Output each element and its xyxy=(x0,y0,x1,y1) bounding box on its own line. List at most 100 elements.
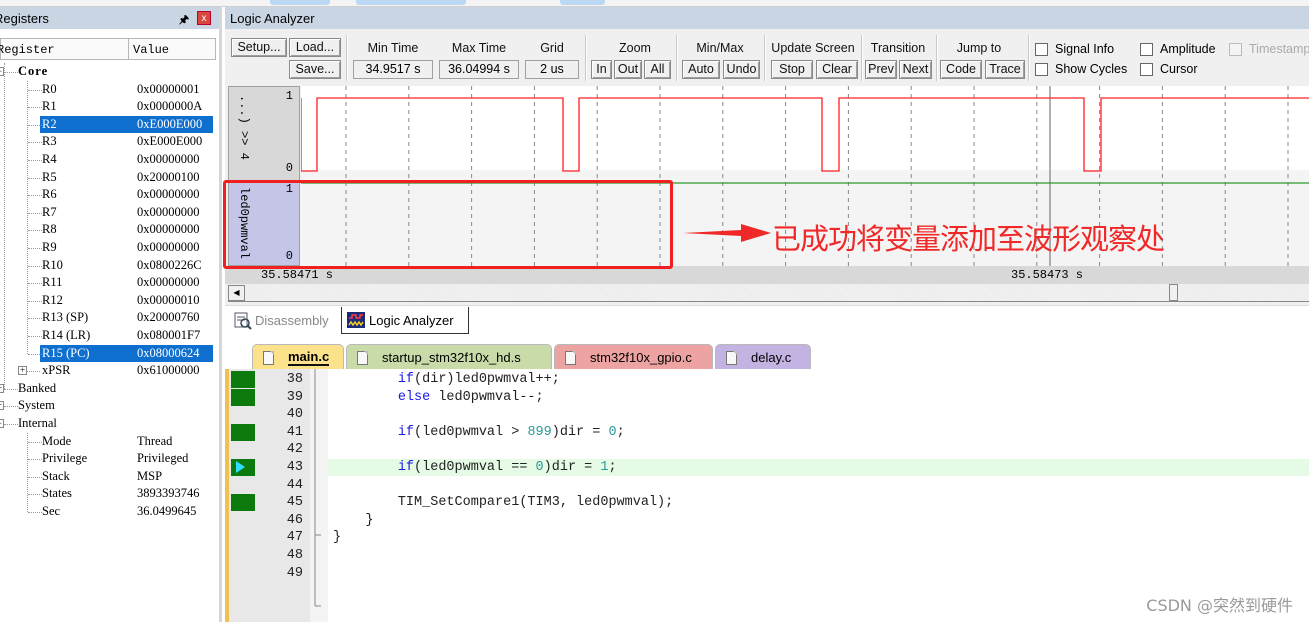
stop-button[interactable]: Stop xyxy=(771,60,813,79)
register-value[interactable]: 0x00000001 xyxy=(137,81,200,98)
register-value[interactable]: Thread xyxy=(137,433,172,450)
tree-group-internal[interactable]: − Internal xyxy=(0,415,216,433)
register-value[interactable]: 0x00000000 xyxy=(137,204,200,221)
register-value[interactable]: 0xE000E000 xyxy=(137,133,202,150)
clear-button[interactable]: Clear xyxy=(816,60,858,79)
code-line[interactable]: 48 xyxy=(229,547,1309,565)
scroll-left-icon[interactable]: ◀ xyxy=(228,285,245,301)
code-line[interactable]: 41 if(led0pwmval > 899)dir = 0; xyxy=(229,423,1309,442)
register-row[interactable]: R13 (SP) 0x20000760 xyxy=(0,309,216,327)
toolbar-button[interactable] xyxy=(356,0,466,5)
amplitude-checkbox[interactable]: Amplitude xyxy=(1140,42,1216,56)
register-value[interactable]: Privileged xyxy=(137,450,188,467)
column-value[interactable]: Value xyxy=(129,39,169,59)
close-icon[interactable]: x xyxy=(197,11,211,25)
code-editor[interactable]: 38 if(dir)led0pwmval++; 39 else led0pwmva… xyxy=(225,369,1309,622)
register-value[interactable]: 0x00000000 xyxy=(137,239,200,256)
tab-disassembly[interactable]: Disassembly xyxy=(229,307,334,334)
code-line[interactable]: 38 if(dir)led0pwmval++; xyxy=(229,371,1309,389)
register-value[interactable]: 0x00000000 xyxy=(137,274,200,291)
register-row[interactable]: R0 0x00000001 xyxy=(0,81,216,99)
trace-button[interactable]: Trace xyxy=(985,60,1025,79)
toolbar-button[interactable] xyxy=(270,0,330,5)
column-register[interactable]: Register xyxy=(0,39,129,59)
register-row[interactable]: R5 0x20000100 xyxy=(0,169,216,187)
register-row[interactable]: Sec 36.0499645 xyxy=(0,503,216,521)
expand-icon[interactable]: + xyxy=(0,401,4,411)
register-value[interactable]: 3893393746 xyxy=(137,485,200,502)
zoom-all-button[interactable]: All xyxy=(644,60,671,79)
checkbox-box[interactable] xyxy=(1140,42,1153,56)
auto-button[interactable]: Auto xyxy=(682,60,720,79)
register-value[interactable]: 0x00000000 xyxy=(137,151,200,168)
register-row[interactable]: R9 0x00000000 xyxy=(0,239,216,257)
coverage-marker[interactable] xyxy=(231,371,255,388)
checkbox-box[interactable] xyxy=(1035,42,1048,56)
code-line[interactable]: 44 xyxy=(229,477,1309,495)
cursor-checkbox[interactable]: Cursor xyxy=(1140,62,1198,76)
register-row[interactable]: Mode Thread xyxy=(0,433,216,451)
register-row[interactable]: Stack MSP xyxy=(0,468,216,486)
register-value[interactable]: 0x0800226C xyxy=(137,257,202,274)
coverage-marker[interactable] xyxy=(231,423,255,441)
expand-icon[interactable]: − xyxy=(0,419,4,428)
register-value[interactable]: 0x20000100 xyxy=(137,169,200,186)
code-line[interactable]: 46 } xyxy=(229,512,1309,530)
expand-icon[interactable]: + xyxy=(18,366,27,376)
register-row[interactable]: R12 0x00000010 xyxy=(0,292,216,310)
register-row[interactable]: R3 0xE000E000 xyxy=(0,133,216,151)
code-line[interactable]: 45 TIM_SetCompare1(TIM3, led0pwmval); xyxy=(229,494,1309,512)
tree-group-banked[interactable]: +Banked xyxy=(0,380,216,398)
prev-button[interactable]: Prev xyxy=(865,60,897,79)
register-value[interactable]: 0x00000000 xyxy=(137,186,200,203)
register-row[interactable]: R6 0x00000000 xyxy=(0,186,216,204)
code-line[interactable]: 49 xyxy=(229,565,1309,583)
register-value[interactable]: 0x0000000A xyxy=(137,98,202,115)
code-line[interactable]: 39 else led0pwmval--; xyxy=(229,388,1309,407)
zoom-in-button[interactable]: In xyxy=(591,60,612,79)
register-row[interactable]: Privilege Privileged xyxy=(0,450,216,468)
tree-group-core[interactable]: −Core xyxy=(0,63,216,81)
coverage-marker[interactable] xyxy=(231,388,255,406)
register-row[interactable]: R2 0xE000E000 xyxy=(0,115,216,134)
tab-startup-stm32f10x-hd-s[interactable]: startup_stm32f10x_hd.s xyxy=(346,344,552,370)
show-cycles-checkbox[interactable]: Show Cycles xyxy=(1035,62,1127,76)
signal-info-checkbox[interactable]: Signal Info xyxy=(1035,42,1114,56)
register-value[interactable]: 0x61000000 xyxy=(137,362,200,379)
register-value[interactable]: MSP xyxy=(137,468,162,485)
register-row[interactable]: R11 0x00000000 xyxy=(0,274,216,292)
coverage-marker[interactable] xyxy=(231,494,255,512)
register-row[interactable]: R1 0x0000000A xyxy=(0,98,216,116)
code-line[interactable]: 40 xyxy=(229,406,1309,424)
tab-stm32f10x-gpio-c[interactable]: stm32f10x_gpio.c xyxy=(554,344,713,370)
horizontal-scrollbar[interactable]: ◀ xyxy=(228,284,1309,302)
code-line[interactable]: 42 xyxy=(229,441,1309,459)
tab-logic-analyzer[interactable]: Logic Analyzer xyxy=(341,307,469,334)
register-value[interactable]: 0x00000000 xyxy=(137,221,200,238)
undo-button[interactable]: Undo xyxy=(723,60,760,79)
register-row[interactable]: R14 (LR) 0x080001F7 xyxy=(0,327,216,345)
register-row[interactable]: R7 0x00000000 xyxy=(0,204,216,222)
register-row[interactable]: R8 0x00000000 xyxy=(0,221,216,239)
toolbar-button[interactable] xyxy=(560,0,605,5)
coverage-marker[interactable] xyxy=(231,459,255,476)
pin-icon[interactable]: 🖈 xyxy=(179,11,189,30)
register-value[interactable]: 0x20000760 xyxy=(137,309,200,326)
code-button[interactable]: Code xyxy=(940,60,982,79)
code-line[interactable]: 47} xyxy=(229,529,1309,547)
code-line[interactable]: 43 if(led0pwmval == 0)dir = 1; xyxy=(229,459,1309,477)
register-row[interactable]: R15 (PC) 0x08000624 xyxy=(0,344,216,363)
zoom-out-button[interactable]: Out xyxy=(614,60,642,79)
register-value[interactable]: 0x00000010 xyxy=(137,292,200,309)
next-button[interactable]: Next xyxy=(899,60,932,79)
register-value[interactable]: 0x08000624 xyxy=(137,345,200,362)
scroll-thumb[interactable] xyxy=(1169,284,1178,301)
tree-group-system[interactable]: + System xyxy=(0,397,216,415)
signal-label-shifted[interactable]: ...) >> 4 1 0 xyxy=(228,86,300,182)
register-row[interactable]: R10 0x0800226C xyxy=(0,257,216,275)
register-value[interactable]: 0xE000E000 xyxy=(137,116,202,133)
register-value[interactable]: 36.0499645 xyxy=(137,503,196,520)
checkbox-box[interactable] xyxy=(1140,62,1153,76)
register-row[interactable]: R4 0x00000000 xyxy=(0,151,216,169)
tab-delay-c[interactable]: delay.c xyxy=(715,344,811,370)
